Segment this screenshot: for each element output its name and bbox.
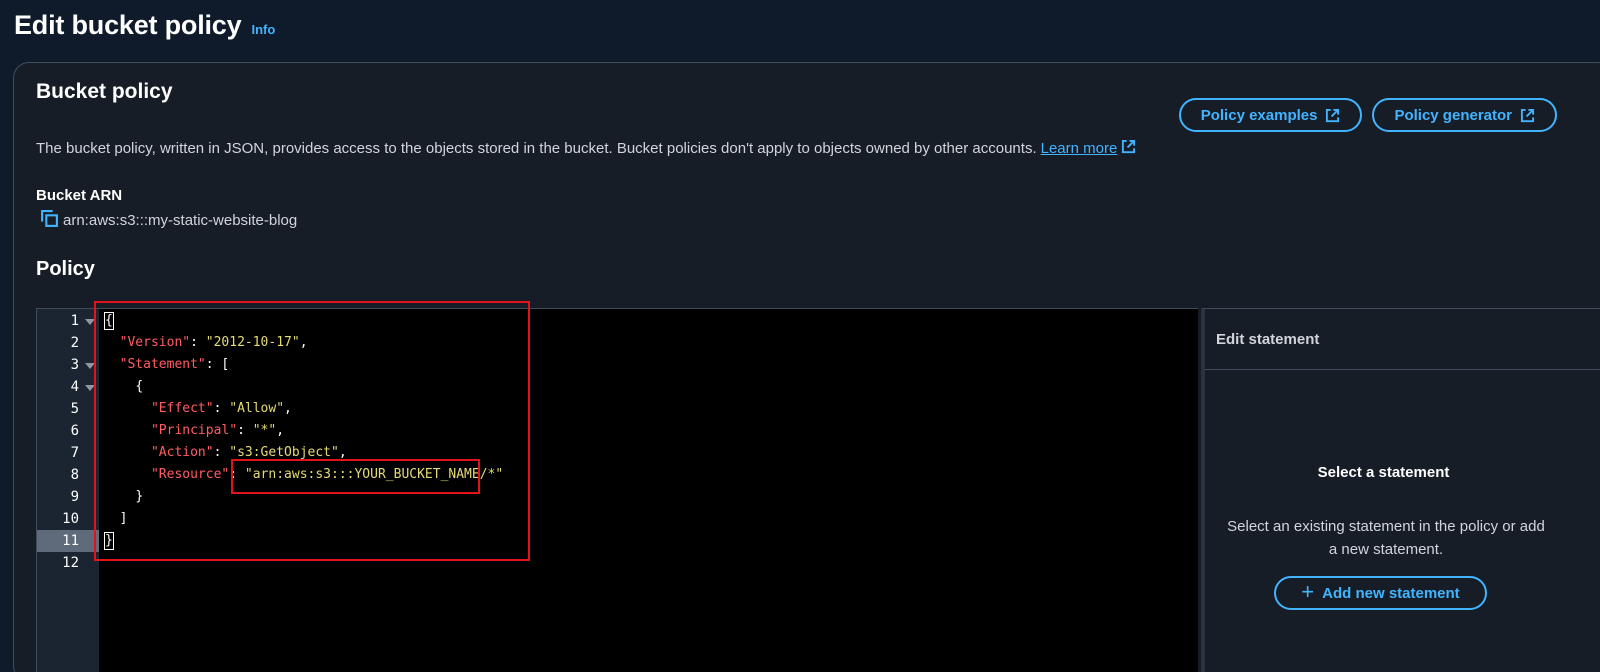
add-new-statement-label: Add new statement bbox=[1322, 584, 1460, 602]
learn-more-label: Learn more bbox=[1040, 140, 1118, 157]
edit-statement-panel: Edit statement Select a statement Select… bbox=[1201, 308, 1600, 672]
code-line: { bbox=[104, 376, 143, 398]
editor-gutter: 1 2 3 4 5 6 7 8 9 10 11 12 bbox=[37, 309, 99, 672]
policy-generator-label: Policy generator bbox=[1394, 106, 1512, 124]
code-brace: { bbox=[104, 312, 114, 330]
description-text: The bucket policy, written in JSON, prov… bbox=[36, 140, 1037, 157]
page-header: Edit bucket policy Info bbox=[14, 10, 275, 41]
json-key: "Statement" bbox=[119, 357, 206, 372]
policy-examples-button[interactable]: Policy examples bbox=[1178, 98, 1363, 132]
line-number: 2 bbox=[70, 335, 79, 351]
code-line: "Effect": "Allow", bbox=[150, 401, 292, 416]
code-line: "Statement": [ bbox=[119, 357, 230, 372]
line-number: 9 bbox=[70, 489, 79, 505]
bucket-policy-description: The bucket policy, written in JSON, prov… bbox=[36, 139, 1136, 158]
code-line: "Principal": "*", bbox=[150, 423, 285, 438]
code-line: { bbox=[104, 310, 114, 332]
code-line: "Resource": "arn:aws:s3:::YOUR_BUCKET_NA… bbox=[150, 467, 504, 482]
policy-code-editor[interactable]: 1 2 3 4 5 6 7 8 9 10 11 12 { "Version": … bbox=[36, 308, 1198, 672]
external-link-icon bbox=[1325, 108, 1340, 123]
code-line: } bbox=[104, 486, 143, 508]
code-line: } bbox=[104, 530, 114, 552]
json-string: "Allow" bbox=[229, 401, 285, 416]
line-number: 12 bbox=[62, 555, 79, 571]
line-number: 6 bbox=[70, 423, 79, 439]
external-link-icon bbox=[1520, 108, 1535, 123]
copy-icon[interactable] bbox=[40, 209, 59, 232]
bucket-arn-row: arn:aws:s3:::my-static-website-blog bbox=[40, 209, 297, 232]
bucket-arn-label: Bucket ARN bbox=[36, 187, 123, 204]
line-number-active: 11 bbox=[37, 530, 99, 552]
page-title: Edit bucket policy bbox=[14, 10, 242, 40]
learn-more-link[interactable]: Learn more bbox=[1041, 139, 1137, 158]
code-line: "Action": "s3:GetObject", bbox=[150, 445, 347, 460]
info-link[interactable]: Info bbox=[251, 22, 275, 37]
bucket-arn-value: arn:aws:s3:::my-static-website-blog bbox=[63, 212, 298, 229]
json-key: "Action" bbox=[150, 445, 214, 460]
fold-arrow-icon[interactable] bbox=[85, 385, 95, 391]
json-string: "2012-10-17" bbox=[205, 335, 300, 350]
select-statement-title: Select a statement bbox=[1317, 464, 1450, 481]
bucket-policy-title: Bucket policy bbox=[36, 80, 173, 103]
fold-arrow-icon[interactable] bbox=[85, 363, 95, 369]
json-string: "arn:aws:s3:::YOUR_BUCKET_NAME/*" bbox=[244, 467, 504, 482]
json-key: "Principal" bbox=[150, 423, 238, 438]
json-string: "*" bbox=[252, 423, 277, 438]
plus-icon: + bbox=[1301, 579, 1315, 604]
code-line: ] bbox=[104, 508, 128, 530]
json-string: "s3:GetObject" bbox=[229, 445, 339, 460]
line-number: 10 bbox=[62, 511, 79, 527]
policy-title: Policy bbox=[36, 258, 95, 280]
policy-helper-buttons: Policy examples Policy generator bbox=[1178, 98, 1557, 132]
code-bracket: ] bbox=[119, 511, 128, 526]
line-number: 8 bbox=[70, 467, 79, 483]
external-link-icon bbox=[1121, 139, 1136, 158]
code-brace: } bbox=[104, 532, 114, 550]
edit-statement-header: Edit statement bbox=[1205, 309, 1600, 370]
line-number: 5 bbox=[70, 401, 79, 417]
code-brace: } bbox=[135, 489, 144, 504]
code-bracket: [ bbox=[221, 357, 230, 372]
json-key: "Resource" bbox=[150, 467, 230, 482]
code-brace: { bbox=[135, 379, 144, 394]
select-statement-description: Select an existing statement in the poli… bbox=[1227, 518, 1545, 558]
add-new-statement-button[interactable]: + Add new statement bbox=[1274, 576, 1487, 610]
line-number: 7 bbox=[70, 445, 79, 461]
code-line: "Version": "2012-10-17", bbox=[119, 335, 308, 350]
fold-arrow-icon[interactable] bbox=[85, 319, 95, 325]
policy-examples-label: Policy examples bbox=[1200, 106, 1318, 124]
policy-generator-button[interactable]: Policy generator bbox=[1372, 98, 1557, 132]
json-key: "Effect" bbox=[150, 401, 214, 416]
json-key: "Version" bbox=[119, 335, 191, 350]
